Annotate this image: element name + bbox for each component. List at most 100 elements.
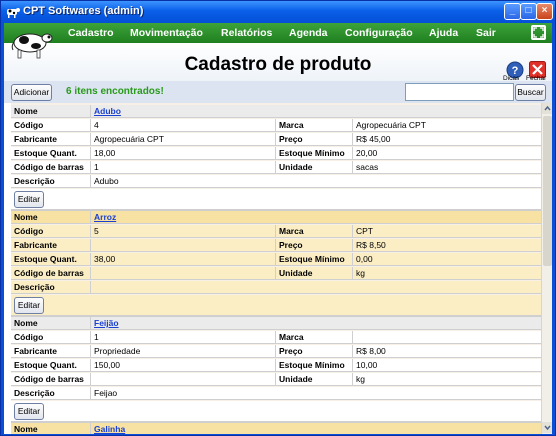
label-nome: Nome [14, 106, 38, 116]
value-estoque: 150,00 [94, 360, 120, 370]
label-nome: Nome [14, 424, 38, 434]
window-title: CPT Softwares (admin) [23, 5, 144, 17]
product-name-link[interactable]: Galinha [91, 423, 125, 434]
value-descricao [91, 281, 94, 294]
edit-button[interactable]: Editar [14, 403, 44, 420]
value-barras [91, 267, 94, 280]
table-row: Código 5 Marca CPT [11, 225, 541, 238]
table-row: Fabricante Propriedade Preço R$ 8,00 [11, 345, 541, 358]
value-estoque-min: 0,00 [356, 254, 373, 264]
value-unidade: kg [356, 268, 365, 278]
label-descricao: Descrição [14, 176, 55, 186]
table-row: Nome Adubo [11, 105, 541, 118]
label-estoque: Estoque Quant. [14, 360, 77, 370]
client-area: Cadastro Movimentação Relatórios Agenda … [4, 23, 552, 434]
add-button[interactable]: Adicionar [11, 84, 52, 101]
value-fabricante [91, 239, 94, 252]
product-name-link[interactable]: Feijão [91, 317, 119, 330]
label-estoque: Estoque Quant. [14, 254, 77, 264]
menu-ajuda[interactable]: Ajuda [429, 27, 458, 39]
minimize-button[interactable]: _ [504, 3, 521, 20]
close-window-button[interactable]: × [536, 3, 553, 20]
label-marca: Marca [279, 120, 304, 130]
table-row: Estoque Quant. 18,00 Estoque Mínimo 20,0… [11, 147, 541, 160]
table-row: Código de barras 1 Unidade sacas [11, 161, 541, 174]
scroll-down-button[interactable] [542, 422, 552, 433]
label-marca: Marca [279, 226, 304, 236]
page-header: Cadastro de produto ? Dicas Fechar [4, 43, 552, 82]
title-bar[interactable]: CPT Softwares (admin) _ □ × [1, 1, 555, 23]
table-row: Fabricante Agropecuária CPT Preço R$ 45,… [11, 133, 541, 146]
value-estoque: 18,00 [94, 148, 116, 158]
menu-configuracao[interactable]: Configuração [345, 27, 413, 39]
table-row: Estoque Quant. 150,00 Estoque Mínimo 10,… [11, 359, 541, 372]
vertical-scrollbar[interactable] [541, 103, 552, 434]
value-unidade: sacas [356, 162, 379, 172]
label-codigo: Código [14, 332, 44, 342]
value-codigo: 4 [94, 120, 99, 130]
label-fabricante: Fabricante [14, 240, 57, 250]
edit-row: Editar [11, 189, 541, 209]
label-barras: Código de barras [14, 162, 84, 172]
edit-button[interactable]: Editar [14, 191, 44, 208]
value-fabricante: Agropecuária CPT [94, 134, 164, 144]
table-row: Nome Arroz [11, 211, 541, 224]
edit-row: Editar [11, 295, 541, 315]
label-codigo: Código [14, 226, 44, 236]
menu-relatorios[interactable]: Relatórios [221, 27, 272, 39]
value-estoque-min: 20,00 [356, 148, 378, 158]
value-preco: R$ 45,00 [356, 134, 391, 144]
value-unidade: kg [356, 374, 365, 384]
menu-cadastro[interactable]: Cadastro [68, 27, 114, 39]
results-count: 6 itens encontrados! [66, 86, 164, 97]
label-unidade: Unidade [279, 268, 313, 278]
label-descricao: Descrição [14, 282, 55, 292]
menu-bar: Cadastro Movimentação Relatórios Agenda … [4, 23, 552, 43]
label-fabricante: Fabricante [14, 134, 57, 144]
scroll-up-button[interactable] [542, 103, 552, 114]
label-estoque-min: Estoque Mínimo [279, 254, 345, 264]
value-preco: R$ 8,50 [356, 240, 386, 250]
value-descricao: Adubo [94, 176, 119, 186]
cow-logo [11, 33, 53, 59]
table-row: Estoque Quant. 38,00 Estoque Mínimo 0,00 [11, 253, 541, 266]
value-barras [91, 373, 94, 386]
search-input[interactable] [405, 83, 514, 101]
product-list: Nome Adubo Código 4 Marca Agropecuária C… [11, 103, 541, 434]
table-row: Descrição Feijao [11, 387, 541, 400]
value-preco: R$ 8,00 [356, 346, 386, 356]
edit-button[interactable]: Editar [14, 297, 44, 314]
label-estoque-min: Estoque Mínimo [279, 360, 345, 370]
value-fabricante: Propriedade [94, 346, 141, 356]
product-name-link[interactable]: Arroz [91, 211, 116, 224]
label-unidade: Unidade [279, 374, 313, 384]
table-row: Descrição Adubo [11, 175, 541, 188]
value-marca: Agropecuária CPT [356, 120, 426, 130]
table-row: Código 4 Marca Agropecuária CPT [11, 119, 541, 132]
label-codigo: Código [14, 120, 44, 130]
label-nome: Nome [14, 318, 38, 328]
menu-agenda[interactable]: Agenda [289, 27, 328, 39]
maximize-button[interactable]: □ [520, 3, 537, 20]
label-nome: Nome [14, 212, 38, 222]
value-codigo: 5 [94, 226, 99, 236]
product-name-link[interactable]: Adubo [91, 105, 121, 118]
label-estoque-min: Estoque Mínimo [279, 148, 345, 158]
menu-sair[interactable]: Sair [476, 27, 496, 39]
value-barras: 1 [94, 162, 99, 172]
table-row: Nome Galinha [11, 423, 541, 434]
search-button[interactable]: Buscar [515, 84, 546, 101]
value-estoque-min: 10,00 [356, 360, 378, 370]
value-marca [353, 331, 356, 344]
table-row: Código 1 Marca [11, 331, 541, 344]
label-preco: Preço [279, 240, 303, 250]
app-window: CPT Softwares (admin) _ □ × Cadastro Mov… [0, 0, 556, 436]
table-row: Descrição [11, 281, 541, 294]
menu-movimentacao[interactable]: Movimentação [130, 27, 203, 39]
table-row: Nome Feijão [11, 317, 541, 330]
label-marca: Marca [279, 332, 304, 342]
scroll-thumb[interactable] [543, 116, 552, 266]
label-unidade: Unidade [279, 162, 313, 172]
expand-icon[interactable] [531, 25, 546, 40]
label-barras: Código de barras [14, 268, 84, 278]
